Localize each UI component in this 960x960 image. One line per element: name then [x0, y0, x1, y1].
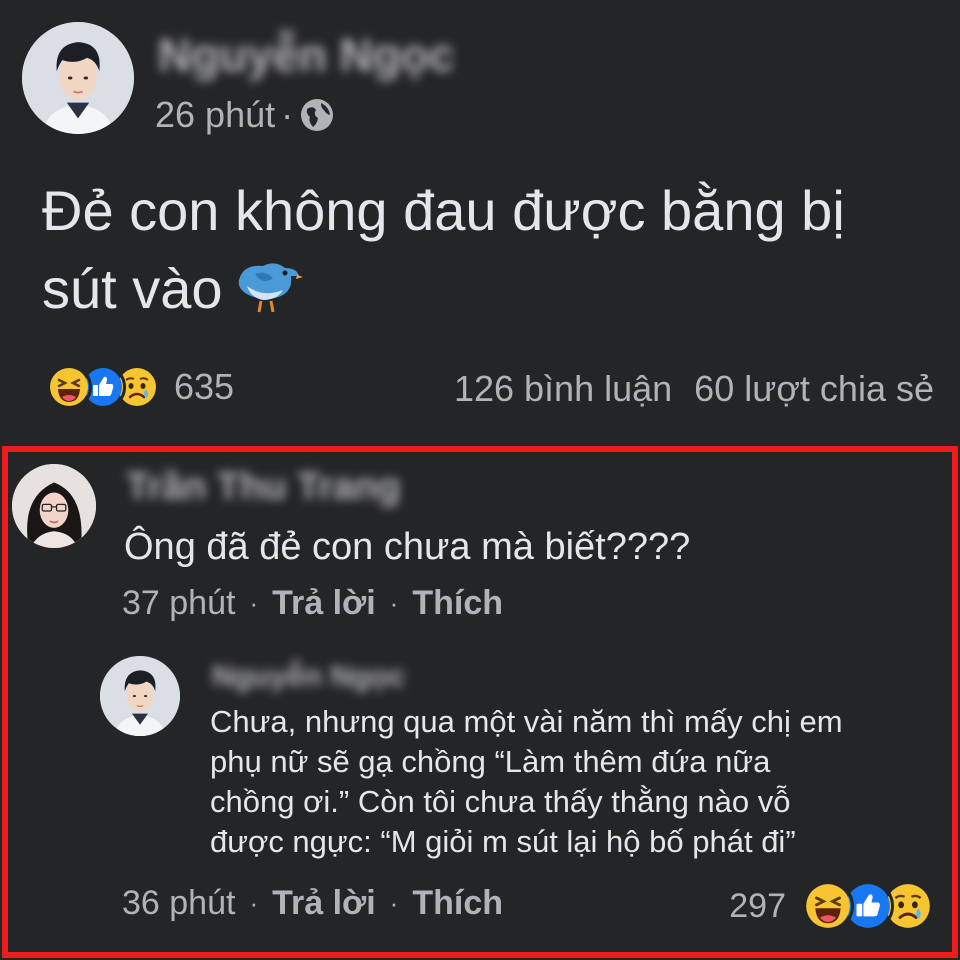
bird-icon: [233, 256, 303, 336]
reply-author-name[interactable]: Nguyễn Ngọc: [212, 660, 405, 694]
comment-time[interactable]: 37 phút: [122, 584, 235, 623]
separator: ·: [389, 888, 399, 918]
reply-reaction-count[interactable]: 297: [729, 887, 786, 926]
comment-reply-button[interactable]: Trả lời: [272, 584, 376, 623]
highlighted-comments: Trần Thu Trang Ông đã đẻ con chưa mà biế…: [2, 446, 958, 958]
comment-like-button[interactable]: Thích: [412, 584, 503, 623]
reply-text-line: được ngực: “M giỏi m sút lại hộ bố phát …: [210, 824, 796, 859]
post-text-content: Đẻ con không đau được bằng bị sút vào: [42, 179, 845, 320]
reply-text-line: Chưa, nhưng qua một vài năm thì mấy chị …: [210, 704, 843, 739]
reply-text-line: phụ nữ sẽ gạ chồng “Làm thêm đứa nữa: [210, 744, 771, 779]
separator: ·: [389, 588, 399, 618]
haha-icon: [802, 880, 854, 932]
post-time[interactable]: 26 phút: [155, 94, 275, 136]
share-count[interactable]: 60 lượt chia sẻ: [694, 368, 934, 409]
reply-text-line: chồng ơi.” Còn tôi chưa thấy thằng nào v…: [210, 784, 791, 819]
reply-like-button[interactable]: Thích: [412, 884, 503, 923]
post-author-name[interactable]: Nguyễn Ngọc: [158, 28, 454, 82]
post-author-avatar[interactable]: [22, 22, 134, 134]
comment-count[interactable]: 126 bình luận: [454, 368, 672, 409]
commenter-name[interactable]: Trần Thu Trang: [126, 466, 400, 509]
reply-reactions[interactable]: 297: [729, 880, 934, 932]
reply-text: Chưa, nhưng qua một vài năm thì mấy chị …: [210, 702, 843, 862]
post-reactions[interactable]: 635: [46, 364, 234, 410]
globe-icon: [299, 97, 335, 133]
post-stats: 126 bình luận 60 lượt chia sẻ: [454, 368, 934, 410]
comment-actions: 37 phút · Trả lời · Thích: [122, 584, 503, 623]
reply-actions: 36 phút · Trả lời · Thích: [122, 884, 503, 923]
post: Nguyễn Ngọc 26 phút · Đẻ con không đau đ…: [0, 0, 960, 445]
woman-avatar-icon: [12, 464, 96, 548]
man-avatar-icon: [100, 656, 180, 736]
separator: ·: [249, 588, 259, 618]
separator: ·: [249, 888, 259, 918]
post-meta: 26 phút ·: [155, 94, 335, 136]
man-avatar-icon: [22, 22, 134, 134]
post-text: Đẻ con không đau được bằng bị sút vào: [42, 172, 922, 336]
reply-reply-button[interactable]: Trả lời: [272, 884, 376, 923]
comment-text: Ông đã đẻ con chưa mà biết????: [124, 526, 691, 568]
commenter-avatar[interactable]: [12, 464, 96, 548]
meta-separator: ·: [281, 94, 294, 135]
haha-icon: [46, 364, 92, 410]
reply-time[interactable]: 36 phút: [122, 884, 235, 923]
post-reaction-count[interactable]: 635: [174, 366, 234, 408]
reply-author-avatar[interactable]: [100, 656, 180, 736]
